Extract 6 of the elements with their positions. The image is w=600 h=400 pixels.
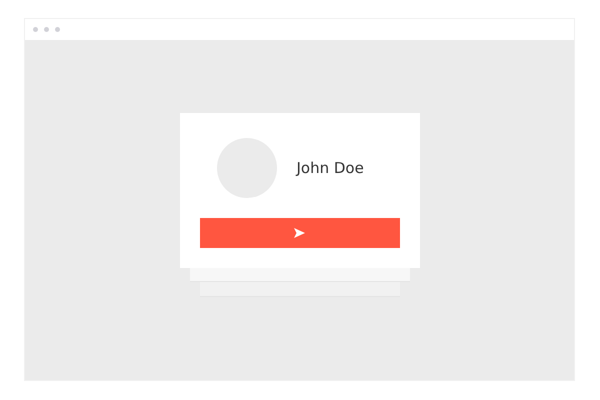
profile-name: John Doe — [296, 159, 364, 177]
window-dot-icon — [33, 27, 38, 32]
window-dot-icon — [55, 27, 60, 32]
send-icon — [294, 228, 305, 238]
send-button[interactable] — [200, 218, 400, 248]
window-dot-icon — [44, 27, 49, 32]
